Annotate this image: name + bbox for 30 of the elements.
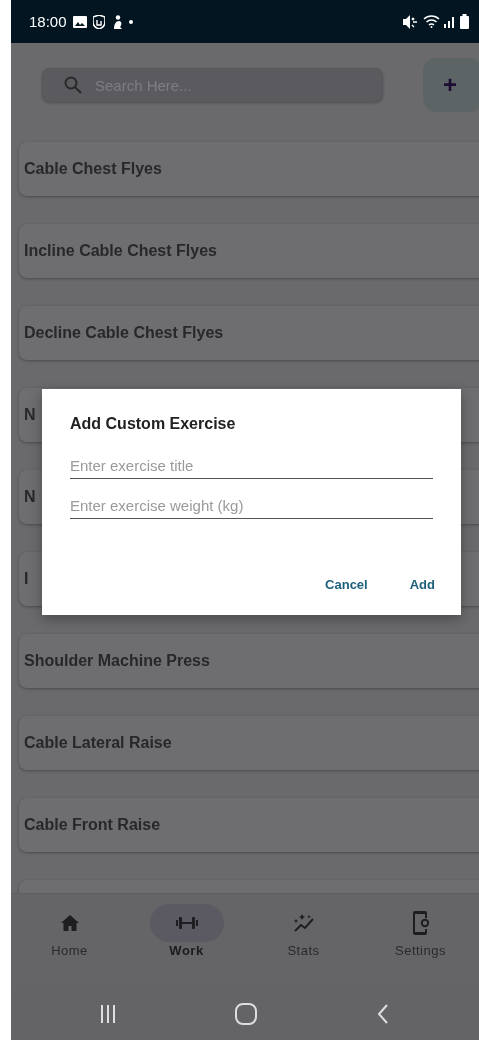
dialog-title: Add Custom Exercise (70, 415, 236, 433)
sparkle-chart-icon (292, 913, 315, 933)
nav-tab[interactable]: Work (128, 894, 245, 987)
exercise-card[interactable]: Shoulder Machine Press (19, 634, 479, 688)
status-time: 18:00 (29, 13, 67, 30)
exercise-card[interactable]: Cable Chest Flyes (19, 142, 479, 196)
back-icon[interactable] (377, 1003, 389, 1024)
image-icon (72, 15, 87, 28)
cancel-button[interactable]: Cancel (315, 569, 378, 600)
search-icon (64, 76, 82, 94)
nav-tab[interactable]: Stats (245, 894, 362, 987)
recent-apps-icon[interactable] (101, 1004, 115, 1023)
dot-icon (128, 19, 133, 24)
exercise-card[interactable]: Cable Front Raise (19, 798, 479, 852)
home-button-icon[interactable] (235, 1002, 257, 1025)
exercise-card[interactable]: Decline Cable Chest Flyes (19, 306, 479, 360)
wifi-icon (423, 15, 440, 28)
mute-icon (403, 14, 419, 29)
exercise-card[interactable]: Incline Cable Chest Flyes (19, 224, 479, 278)
battery-icon (460, 14, 469, 29)
phone-settings-icon (412, 911, 429, 935)
nav-tab[interactable]: Home (11, 894, 128, 987)
add-button[interactable]: + (423, 58, 479, 112)
home-icon (60, 915, 79, 931)
nav-tab[interactable]: Settings (362, 894, 479, 987)
signal-icon (444, 15, 456, 28)
exercise-card[interactable]: Cable Lateral Raise (19, 716, 479, 770)
dumbbell-icon (175, 916, 198, 930)
add-button[interactable]: Add (399, 569, 445, 600)
shield-icon (92, 14, 105, 29)
